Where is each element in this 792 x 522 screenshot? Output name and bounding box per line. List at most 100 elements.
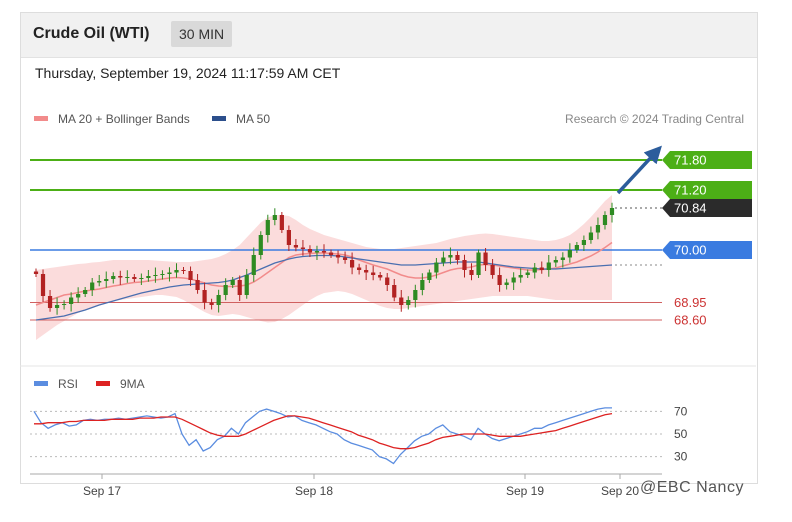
candle-body <box>54 305 60 308</box>
main-legend: MA 20 + Bollinger Bands MA 50 <box>34 112 270 126</box>
candle-body <box>230 280 235 285</box>
candle-body <box>335 255 341 258</box>
candle-35 <box>279 212 284 233</box>
candle-body <box>76 294 81 298</box>
candle-63 <box>476 249 481 278</box>
rsi-legend: RSI 9MA <box>34 377 145 391</box>
ma50-legend-swatch <box>212 116 226 121</box>
candle-body <box>307 249 313 253</box>
candle-body <box>455 255 460 260</box>
candle-body <box>160 274 165 275</box>
candle-body <box>567 250 572 258</box>
candle-body <box>132 277 137 279</box>
rsi-legend-swatch <box>34 381 48 386</box>
level-label-71.20: 71.20 <box>674 183 707 198</box>
candle-body <box>385 277 390 285</box>
candle-body <box>364 270 369 273</box>
candle-body <box>427 272 432 280</box>
candle-body <box>413 290 418 300</box>
candle-body <box>532 267 537 273</box>
candle-body <box>546 262 551 270</box>
candle-body <box>504 282 509 285</box>
candle-body <box>237 280 242 295</box>
candle-body <box>181 270 186 271</box>
candle-body <box>560 257 565 260</box>
candle-body <box>392 285 397 298</box>
rsi-legend-label: RSI <box>58 377 78 391</box>
level-label-70.00: 70.00 <box>674 243 707 258</box>
level-labels-layer: 71.80 71.20 70.84 70.00 68.95 68.60 <box>616 145 752 328</box>
candle-body <box>209 302 214 305</box>
candle-body <box>69 297 74 304</box>
x-tick-label-3: Sep 20 <box>601 484 639 498</box>
candle-body <box>525 272 530 275</box>
candle-body <box>61 304 67 305</box>
x-axis: Sep 17 Sep 18 Sep 19 Sep 20 <box>30 473 662 498</box>
candle-body <box>518 275 523 278</box>
candle-body <box>462 260 467 270</box>
candle-body <box>33 271 39 274</box>
candle-body <box>223 285 228 295</box>
candle-body <box>553 260 558 263</box>
candle-body <box>111 276 116 279</box>
candle-body <box>497 275 502 285</box>
candle-body <box>125 277 130 278</box>
candle-body <box>83 290 88 294</box>
x-tick-label-2: Sep 19 <box>506 484 544 498</box>
ma20-legend-label: MA 20 + Bollinger Bands <box>58 112 190 126</box>
level-label-68.95: 68.95 <box>674 295 707 310</box>
chart-canvas: MA 20 + Bollinger Bands MA 50 Research ©… <box>20 112 756 498</box>
ma50-legend-label: MA 50 <box>236 112 270 126</box>
candle-body <box>47 296 53 308</box>
candle-body <box>139 278 144 279</box>
ma20-legend-swatch <box>34 116 48 121</box>
candle-body <box>321 251 327 253</box>
candle-body <box>258 235 263 255</box>
candle-body <box>328 252 334 255</box>
candle-body <box>244 275 249 295</box>
x-tick-label-0: Sep 17 <box>83 484 121 498</box>
candle-body <box>434 262 439 273</box>
candle-body <box>279 215 284 230</box>
candle-body <box>40 274 46 296</box>
candle-body <box>406 300 411 305</box>
candle-body <box>118 276 123 278</box>
candle-body <box>146 276 151 278</box>
candle-body <box>378 275 383 278</box>
candle-body <box>539 267 544 270</box>
research-credit: Research © 2024 Trading Central <box>565 112 744 126</box>
candle-body <box>448 255 453 258</box>
candle-body <box>272 215 277 220</box>
candle-body <box>357 267 362 270</box>
x-tick-label-1: Sep 18 <box>295 484 333 498</box>
rsi-tick-70: 70 <box>674 404 688 418</box>
candle-body <box>314 251 320 253</box>
rsi-panel: 70 50 30 <box>30 404 688 465</box>
candle-body <box>265 220 270 235</box>
candle-body <box>293 245 299 248</box>
candle-body <box>588 232 594 240</box>
candle-body <box>574 245 579 250</box>
level-label-71.80: 71.80 <box>674 153 707 168</box>
candle-body <box>420 280 425 290</box>
candle-body <box>202 290 207 303</box>
candle-body <box>483 252 488 265</box>
rsi-9ma-line <box>34 412 613 450</box>
candle-body <box>511 277 516 283</box>
candle-body <box>97 281 102 283</box>
candle-body <box>286 230 291 245</box>
candle-body <box>595 225 601 233</box>
candle-body <box>609 208 615 215</box>
candle-body <box>90 282 95 290</box>
candle-body <box>188 271 193 280</box>
candle-body <box>602 215 608 225</box>
candle-body <box>349 260 355 268</box>
candle-body <box>174 270 179 273</box>
candle-body <box>104 279 109 281</box>
candle-body <box>167 272 172 274</box>
candle-body <box>490 265 495 275</box>
level-label-68.60: 68.60 <box>674 313 707 328</box>
rsi-tick-30: 30 <box>674 450 688 464</box>
candle-body <box>581 240 587 245</box>
candle-body <box>216 295 221 305</box>
